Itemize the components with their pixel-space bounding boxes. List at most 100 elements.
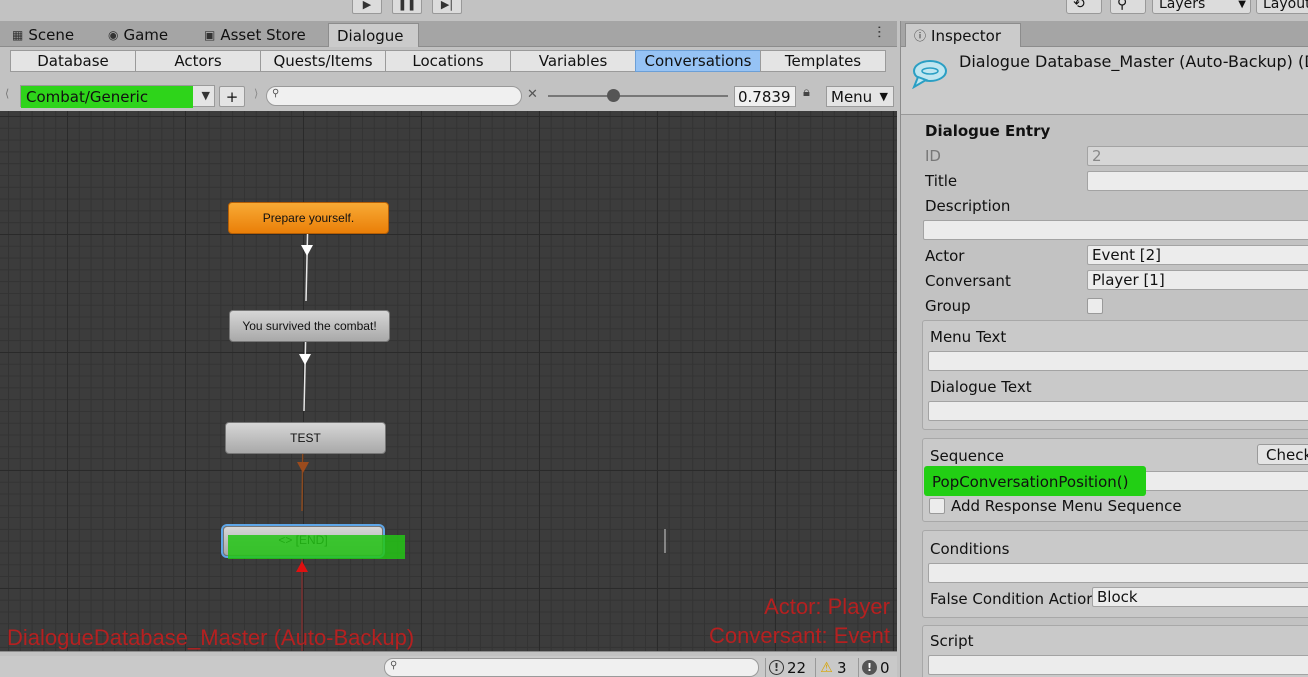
lock-icon[interactable]: 🔒︎ [803, 85, 810, 100]
warning-count-toggle[interactable]: ⚠ 3 [815, 658, 850, 677]
tab-dialogue[interactable]: Dialogue [328, 23, 419, 47]
id-field: 2 [1087, 146, 1308, 166]
info-icon: ⓘ [914, 29, 927, 43]
sequence-label: Sequence [930, 447, 1004, 465]
subtab-templates[interactable]: Templates [760, 50, 886, 72]
actor-overlay: Actor: Player [764, 594, 890, 619]
tab-scene[interactable]: ▦ Scene [4, 23, 82, 47]
group-label: Group [925, 297, 971, 315]
dialogue-node[interactable]: Prepare yourself. [228, 202, 389, 234]
node-graph-canvas[interactable]: Prepare yourself. You survived the comba… [0, 111, 897, 651]
title-field[interactable] [1087, 171, 1308, 191]
conversant-label: Conversant [925, 272, 1011, 290]
error-count-toggle[interactable]: ! 0 [858, 658, 893, 677]
false-condition-dropdown[interactable]: Block [1092, 587, 1308, 607]
gamepad-icon: ◉ [108, 28, 119, 42]
window-tab-row: ▦ Scene ◉ Game ▣ Asset Store Dialogue ⋯ [0, 21, 897, 47]
conditions-label: Conditions [930, 540, 1010, 558]
zoom-slider[interactable] [548, 95, 728, 97]
menu-dropdown[interactable]: Menu ▼ [826, 86, 894, 107]
link-arrow [297, 462, 309, 473]
tab-scene-label: Scene [28, 26, 75, 44]
dialogue-text-field[interactable] [928, 401, 1308, 421]
chevron-down-icon: ▼ [1238, 0, 1246, 10]
dialogue-text-label: Dialogue Text [930, 378, 1032, 396]
tab-game[interactable]: ◉ Game [100, 23, 176, 47]
sequence-value: PopConversationPosition() [932, 473, 1129, 491]
check-sequence-button[interactable]: Check [1257, 444, 1308, 465]
link-arrow [299, 354, 311, 365]
layers-dropdown[interactable]: Layers ▼ [1152, 0, 1251, 14]
conversant-dropdown[interactable]: Player [1] [1087, 270, 1308, 290]
zoom-slider-handle[interactable] [607, 89, 620, 102]
node-links [296, 213, 666, 651]
menu-label: Menu [831, 87, 873, 106]
tab-asset-store-label: Asset Store [220, 26, 306, 44]
database-subtabs: Database Actors Quests/Items Locations V… [10, 50, 886, 72]
search-button[interactable]: ⚲ [1110, 0, 1146, 14]
description-label: Description [925, 197, 1011, 215]
layout-dropdown[interactable]: Layout [1256, 0, 1308, 14]
tab-inspector-label: Inspector [931, 26, 1001, 45]
window-menu-icon[interactable]: ⋯ [871, 25, 887, 38]
info-count-toggle[interactable]: ! 22 [765, 658, 809, 677]
pause-icon: ❚❚ [397, 0, 417, 11]
group-checkbox[interactable] [1087, 298, 1103, 314]
next-conversation-icon[interactable]: ⟩ [254, 87, 258, 100]
chevron-down-icon: ▼ [201, 89, 210, 102]
subtab-quests-items[interactable]: Quests/Items [260, 50, 386, 72]
add-conversation-button[interactable]: + [219, 86, 245, 107]
play-icon: ▶ [362, 0, 372, 11]
actor-dropdown[interactable]: Event [2] [1087, 245, 1308, 265]
add-response-checkbox[interactable] [929, 498, 945, 514]
script-label: Script [930, 632, 974, 650]
tab-inspector[interactable]: ⓘ Inspector [905, 23, 1021, 47]
error-count: 0 [880, 658, 890, 677]
tab-asset-store[interactable]: ▣ Asset Store [196, 23, 314, 47]
conditions-field[interactable] [928, 563, 1308, 583]
menu-text-field[interactable] [928, 351, 1308, 371]
history-button[interactable]: ⟲ [1066, 0, 1102, 14]
pause-button[interactable]: ❚❚ [392, 0, 422, 14]
search-icon: ⚲ [390, 660, 398, 671]
dialogue-node[interactable]: TEST [225, 422, 386, 454]
conversation-name: Combat/Generic [26, 88, 149, 106]
subtab-database[interactable]: Database [10, 50, 136, 72]
info-count: 22 [787, 658, 807, 677]
subtab-locations[interactable]: Locations [385, 50, 511, 72]
inspector-title: Dialogue Database_Master (Auto-Backup) (… [959, 52, 1308, 71]
link-arrow [296, 561, 308, 572]
search-icon: ⚲ [1117, 0, 1128, 12]
history-icon: ⟲ [1073, 0, 1085, 12]
subtab-actors[interactable]: Actors [135, 50, 261, 72]
node-search-input[interactable]: ⚲ [266, 86, 522, 106]
store-bag-icon: ▣ [204, 28, 216, 42]
clear-search-icon[interactable]: ✕ [527, 87, 538, 102]
error-icon: ! [862, 660, 877, 675]
step-button[interactable]: ▶| [432, 0, 462, 14]
actor-label: Actor [925, 247, 965, 265]
scene-icon: ▦ [12, 28, 24, 42]
conversation-dropdown[interactable]: Combat/Generic ▼ [20, 85, 215, 108]
script-field[interactable] [928, 655, 1308, 675]
false-condition-label: False Condition Actior [930, 590, 1093, 608]
dialogue-node[interactable]: You survived the combat! [229, 310, 390, 342]
step-icon: ▶| [440, 0, 454, 11]
zoom-value-field[interactable]: 0.7839 [734, 86, 796, 107]
info-icon: ! [769, 660, 784, 675]
title-label: Title [925, 172, 958, 190]
subtab-conversations[interactable]: Conversations [635, 50, 761, 72]
highlight-marker [228, 535, 405, 559]
play-button[interactable]: ▶ [352, 0, 382, 14]
layout-label: Layout [1263, 0, 1308, 12]
console-search-input[interactable]: ⚲ [384, 658, 759, 677]
conversant-overlay: Conversant: Event [709, 623, 890, 648]
prev-conversation-icon[interactable]: ⟨ [5, 87, 9, 100]
top-toolbar: ▶ ❚❚ ▶| ⟲ ⚲ Layers ▼ Layout [0, 0, 1308, 20]
description-field[interactable] [923, 220, 1308, 240]
subtab-variables[interactable]: Variables [510, 50, 636, 72]
inspector-header: Dialogue Database_Master (Auto-Backup) (… [901, 47, 1308, 115]
warning-icon: ⚠ [820, 659, 833, 676]
warning-count: 3 [837, 658, 847, 677]
dialogue-database-icon [912, 60, 947, 89]
